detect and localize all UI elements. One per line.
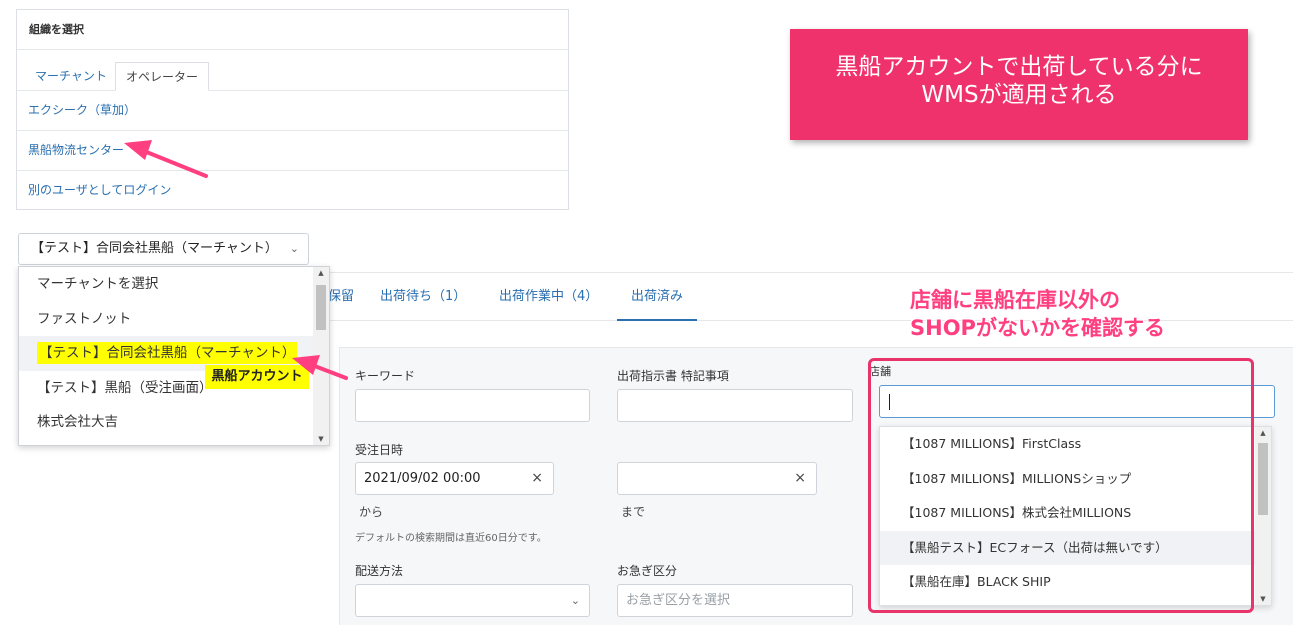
callout-line-1: 黒船アカウントで出荷している分に [835, 54, 1203, 80]
check-line-1: 店舗に黒船在庫以外の [910, 288, 1120, 312]
merchant-option[interactable]: ファストノット [19, 302, 329, 337]
merchant-select-value: 【テスト】合同会社黒船（マーチャント） [31, 241, 278, 256]
store-option[interactable]: 【黒船テスト】ECフォース（出荷は無いです） [880, 530, 1271, 565]
delivery-method-select[interactable]: ⌄ [355, 584, 590, 617]
kurofune-account-annotation: 黒船アカウント [205, 365, 309, 389]
scroll-up-icon[interactable]: ▲ [313, 269, 329, 277]
store-search-input[interactable] [879, 385, 1275, 418]
delivery-method-label: 配送方法 [355, 564, 404, 578]
default-period-note: デフォルトの検索期間は直近60日分です。 [355, 533, 547, 544]
merchant-dropdown-scrollbar[interactable]: ▲ ▼ [313, 267, 329, 445]
merchant-select[interactable]: 【テスト】合同会社黒船（マーチャント） ⌄ [18, 233, 309, 265]
org-select-panel: 組織を選択 マーチャント オペレーター エクシーク（草加） 黒船物流センター 別… [16, 9, 569, 210]
merchant-dropdown: マーチャントを選択 ファストノット 【テスト】合同会社黒船（マーチャント） 【テ… [18, 266, 330, 446]
urgency-label: お急ぎ区分 [617, 564, 678, 578]
scroll-up-icon[interactable]: ▲ [1255, 429, 1271, 437]
merchant-option[interactable]: 株式会社大吉 [19, 405, 329, 440]
store-option[interactable]: 【黒船在庫】BLACK SHIP [880, 565, 1271, 600]
store-option[interactable]: 【1087 MILLIONS】株式会社MILLIONS [880, 496, 1271, 531]
store-dropdown: 【1087 MILLIONS】FirstClass 【1087 MILLIONS… [879, 426, 1272, 606]
text-caret [889, 394, 890, 410]
tab-merchant[interactable]: マーチャント [27, 62, 115, 91]
login-as-other-user-link[interactable]: 別のユーザとしてログイン [17, 171, 568, 211]
scrollbar-thumb[interactable] [1258, 443, 1268, 515]
date-from-value: 2021/09/02 00:00 [364, 471, 481, 486]
store-option[interactable]: 【1087 MILLIONS】FirstClass [880, 427, 1271, 462]
keyword-input[interactable] [355, 389, 590, 422]
from-label: から [359, 505, 384, 519]
tab-shipping-in-progress[interactable]: 出荷作業中（4） [499, 273, 598, 321]
callout-line-2: WMSが適用される [921, 82, 1117, 108]
org-item-kurofune-center[interactable]: 黒船物流センター [17, 131, 568, 171]
to-label: まで [621, 505, 646, 519]
date-from-input[interactable]: 2021/09/02 00:00 × [355, 462, 554, 495]
store-dropdown-scrollbar[interactable]: ▲ ▼ [1255, 427, 1271, 605]
urgency-placeholder: お急ぎ区分を選択 [626, 593, 731, 608]
wms-callout: 黒船アカウントで出荷している分に WMSが適用される [790, 29, 1248, 140]
merchant-option[interactable]: マーチャントを選択 [19, 267, 329, 302]
date-to-input[interactable]: × [617, 462, 817, 495]
tab-operator[interactable]: オペレーター [115, 62, 209, 91]
tab-awaiting-shipment[interactable]: 出荷待ち（1） [380, 273, 466, 321]
store-check-annotation: 店舗に黒船在庫以外の SHOPがないかを確認する [910, 286, 1165, 342]
chevron-down-icon: ⌄ [289, 242, 299, 255]
org-tabs: マーチャント オペレーター [17, 50, 568, 91]
scroll-down-icon[interactable]: ▼ [1255, 595, 1271, 603]
check-line-2: SHOPがないかを確認する [910, 316, 1165, 340]
org-item-exseek[interactable]: エクシーク（草加） [17, 91, 568, 131]
tab-shipped[interactable]: 出荷済み [617, 273, 698, 321]
urgency-select[interactable]: お急ぎ区分を選択 [617, 584, 853, 617]
scrollbar-thumb[interactable] [316, 285, 326, 330]
store-label: 店舗 [869, 365, 891, 378]
clear-icon[interactable]: × [794, 463, 806, 494]
scroll-down-icon[interactable]: ▼ [313, 435, 329, 443]
shipping-note-input[interactable] [617, 389, 853, 422]
order-date-label: 受注日時 [355, 443, 404, 457]
chevron-down-icon: ⌄ [570, 594, 580, 607]
keyword-label: キーワード [355, 369, 416, 383]
org-panel-title: 組織を選択 [17, 10, 568, 50]
store-option[interactable]: 【1087 MILLIONS】MILLIONSショップ [880, 462, 1271, 497]
merchant-option-label: 【テスト】合同会社黒船（マーチャント） [37, 342, 298, 364]
clear-icon[interactable]: × [531, 463, 543, 494]
shipping-note-label: 出荷指示書 特記事項 [617, 369, 729, 383]
tab-on-hold[interactable]: 保留 [328, 273, 354, 321]
